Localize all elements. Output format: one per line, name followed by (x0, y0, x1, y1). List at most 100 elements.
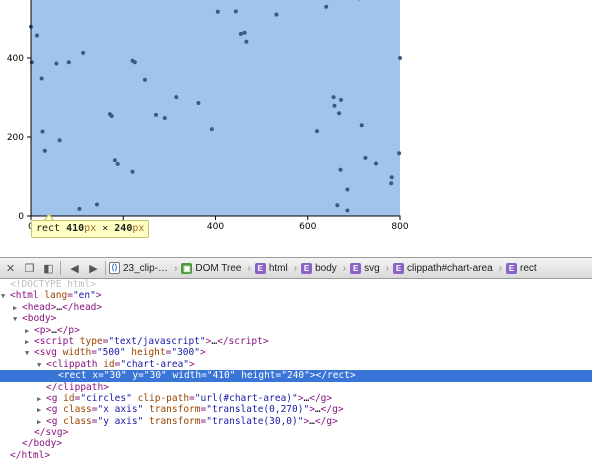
scatter-point (242, 30, 247, 35)
dom-node-selected[interactable]: <rect x="30" y="30" width="410" height="… (0, 370, 592, 382)
dom-node[interactable]: ▶ <p>…</p> (0, 325, 592, 336)
dom-node-markup: <script type="text/javascript">…</script… (34, 335, 269, 347)
element-size-tooltip: rect 410px × 240px (31, 220, 150, 238)
dom-node-markup: <g id="circles" clip-path="url(#chart-ar… (46, 392, 333, 404)
back-arrow-icon[interactable]: ◀ (66, 260, 83, 276)
breadcrumb-label: 23_clip-… (123, 262, 169, 274)
scatter-point (345, 187, 350, 192)
breadcrumb-item[interactable]: Eclippath#chart-area (393, 262, 493, 274)
scatter-point (132, 60, 137, 65)
breadcrumb-label: html (268, 262, 288, 274)
dom-node[interactable]: ▼ <svg width="500" height="300"> (0, 347, 592, 358)
x-tick-label: 800 (391, 222, 408, 232)
element-icon: E (254, 262, 266, 274)
tooltip-width: 410 (66, 223, 85, 234)
scatter-point (57, 138, 62, 143)
dom-node[interactable]: ▶ <g class="x axis" transform="translate(… (0, 404, 592, 415)
breadcrumb-separator-icon: › (174, 262, 178, 274)
scatter-point (324, 4, 329, 9)
breadcrumb-separator-icon: › (498, 262, 502, 274)
toolbar-separator (105, 261, 106, 275)
dom-node-markup: <html lang="en"> (10, 290, 102, 302)
tooltip-width-unit: px (84, 223, 97, 234)
console-toggle-icon[interactable]: ◧ (40, 260, 57, 276)
scatter-point (363, 155, 368, 160)
breadcrumb: ⟨⟩ 23_clip-… › ▣ DOM Tree › Ehtml › Ebody › Esvg › E… (109, 262, 539, 274)
breadcrumb-separator-icon: › (385, 262, 390, 274)
dom-node[interactable]: ▶ <head>…</head> (0, 302, 592, 313)
dom-node[interactable]: </html> (0, 450, 592, 461)
dom-node-markup: <svg width="500" height="300"> (34, 347, 206, 359)
scatter-point (81, 50, 86, 55)
breadcrumb-item[interactable]: Ehtml (254, 262, 288, 274)
scatter-point (398, 56, 402, 60)
y-tick-label: 0 (18, 212, 24, 222)
scatter-point (337, 111, 342, 116)
forward-arrow-icon[interactable]: ▶ (85, 260, 102, 276)
dom-node[interactable]: ▶ <g id="circles" clip-path="url(#chart-a… (0, 393, 592, 404)
dom-node[interactable]: </clippath> (0, 382, 592, 393)
dom-node-markup: <g class="x axis" transform="translate(0… (46, 404, 344, 416)
scatter-point (142, 77, 147, 82)
scatter-point (238, 31, 243, 36)
breadcrumb-label: svg (364, 262, 380, 274)
element-icon: E (505, 262, 517, 274)
scatter-point (54, 61, 59, 66)
scatter-chart: 0200400600800 0200400600 (7, 0, 409, 232)
scatter-point (112, 158, 117, 163)
scatter-point (39, 76, 44, 81)
tooltip-prefix: rect (36, 223, 67, 234)
dom-node[interactable]: ▼ <html lang="en"> (0, 290, 592, 301)
breadcrumb-separator-icon: › (247, 262, 251, 274)
dom-node-markup: </body> (22, 438, 63, 450)
breadcrumb-label: body (315, 262, 337, 274)
scatter-point (40, 129, 45, 134)
dom-node-markup: <body> (22, 313, 57, 325)
scatter-point (397, 151, 402, 156)
scatter-point (338, 167, 343, 172)
scatter-point (274, 12, 279, 17)
dom-node-markup: <rect x="30" y="30" width="410" height="… (58, 370, 356, 382)
x-tick-label: 400 (207, 222, 224, 232)
scatter-point (174, 95, 179, 100)
scatter-point (77, 206, 82, 211)
dom-node[interactable]: ▶ <script type="text/javascript">…</scrip… (0, 336, 592, 347)
breadcrumb-item[interactable]: Esvg (350, 262, 380, 274)
scatter-point (115, 161, 120, 166)
devtools-toolbar: ✕ ❐ ◧ ◀ ▶ ⟨⟩ 23_clip-… › ▣ DOM Tree › Ehtml › Eb… (0, 257, 592, 279)
scatter-point (215, 9, 220, 14)
dom-node-markup: <p>…</p> (34, 324, 80, 336)
dom-node-markup: </clippath> (46, 381, 109, 393)
scatter-point (345, 208, 350, 213)
breadcrumb-label: rect (519, 262, 537, 274)
scatter-point (209, 127, 214, 132)
x-tick-label: 600 (299, 222, 316, 232)
tooltip-height: 240 (114, 223, 133, 234)
scatter-point (154, 112, 158, 117)
element-icon: E (301, 262, 313, 274)
dom-node[interactable]: <!DOCTYPE html> (0, 279, 592, 290)
scatter-point (315, 129, 319, 134)
dock-icon[interactable]: ❐ (21, 260, 38, 276)
scatter-point (389, 181, 394, 186)
breadcrumb-item[interactable]: ▣ DOM Tree (181, 262, 242, 274)
scatter-point (42, 148, 47, 153)
dom-node[interactable]: ▼ <body> (0, 313, 592, 324)
scatter-point (359, 123, 364, 128)
dom-node-markup: <head>…</head> (22, 301, 103, 313)
dom-node[interactable]: </body> (0, 438, 592, 449)
breadcrumb-separator-icon: › (342, 262, 347, 274)
scatter-point (35, 33, 39, 38)
element-icon: E (350, 262, 362, 274)
dom-node-markup: <clippath id="chart-area"> (46, 358, 195, 370)
breadcrumb-item[interactable]: ⟨⟩ 23_clip-… (109, 262, 168, 274)
dom-node[interactable]: ▶ <g class="y axis" transform="translate(… (0, 416, 592, 427)
close-icon[interactable]: ✕ (2, 260, 19, 276)
breadcrumb-item[interactable]: Erect (505, 262, 537, 274)
toolbar-separator (60, 261, 61, 275)
dom-node-markup: <!DOCTYPE html> (10, 279, 96, 290)
dom-node[interactable]: </svg> (0, 427, 592, 438)
dom-node[interactable]: ▼ <clippath id="chart-area"> (0, 359, 592, 370)
breadcrumb-item[interactable]: Ebody (301, 262, 337, 274)
tooltip-times: × (96, 223, 115, 234)
